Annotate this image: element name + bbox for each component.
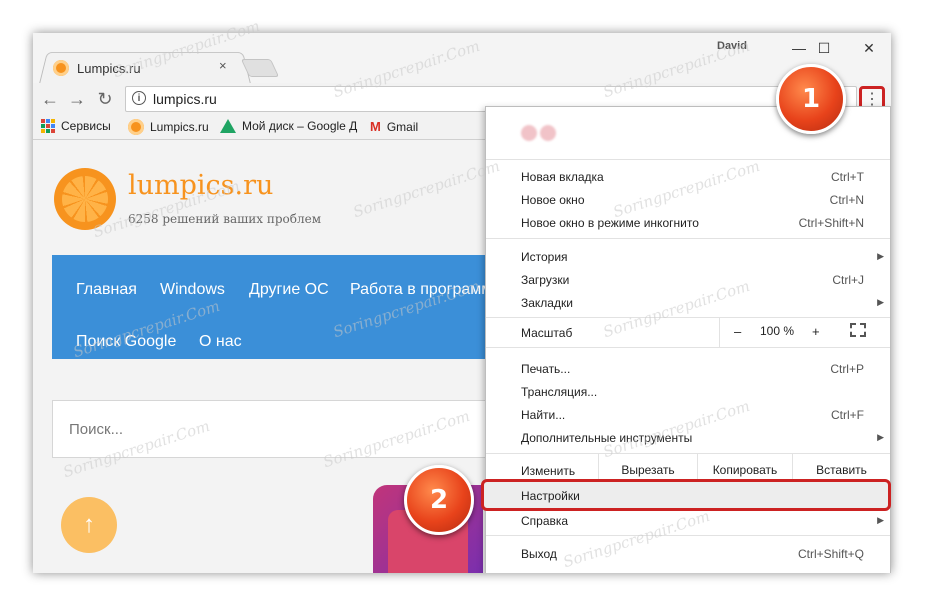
menu-shortcut: Ctrl+Shift+N <box>798 216 864 230</box>
bookmark-label: Мой диск – Google Д <box>242 119 358 133</box>
menu-item-help[interactable]: Справка ▶ <box>486 510 890 532</box>
nav-link-other-os[interactable]: Другие ОС <box>249 281 329 299</box>
apps-grid-icon <box>41 119 55 133</box>
menu-separator <box>486 535 890 536</box>
info-icon[interactable]: i <box>132 91 146 105</box>
gmail-icon: M <box>370 119 381 134</box>
nav-link-windows[interactable]: Windows <box>160 281 225 299</box>
menu-item-settings[interactable]: Настройки <box>481 479 891 511</box>
bookmark-label: Lumpics.ru <box>150 120 209 134</box>
menu-item-new-tab[interactable]: Новая вкладка Ctrl+T <box>486 166 890 188</box>
forward-arrow-icon[interactable]: → <box>65 87 89 111</box>
fullscreen-icon[interactable] <box>850 323 866 337</box>
menu-label: Новое окно <box>521 193 585 207</box>
menu-label: Изменить <box>521 464 576 478</box>
menu-item-history[interactable]: История ▶ <box>486 246 890 268</box>
zoom-controls: – 100 % + <box>719 317 891 347</box>
menu-separator <box>486 238 890 239</box>
nav-link-google-search[interactable]: Поиск Google <box>76 333 176 351</box>
menu-shortcut: Ctrl+J <box>832 273 864 287</box>
maximize-icon[interactable]: ☐ <box>804 37 844 59</box>
menu-item-new-window[interactable]: Новое окно Ctrl+N <box>486 189 890 211</box>
menu-item-print[interactable]: Печать... Ctrl+P <box>486 358 890 380</box>
menu-shortcut: Ctrl+T <box>831 170 864 184</box>
title-bar: Lumpics.ru × David — ☐ ✕ <box>33 33 891 84</box>
url-text[interactable]: lumpics.ru <box>153 91 217 107</box>
nav-link-home[interactable]: Главная <box>76 281 137 299</box>
menu-item-cast[interactable]: Трансляция... <box>486 381 890 403</box>
site-logo-orange-icon[interactable] <box>54 168 116 230</box>
menu-label: Печать... <box>521 362 571 376</box>
tab-close-icon[interactable]: × <box>219 58 227 73</box>
close-window-icon[interactable]: ✕ <box>849 37 889 59</box>
menu-shortcut: Ctrl+P <box>830 362 864 376</box>
menu-item-find[interactable]: Найти... Ctrl+F <box>486 404 890 426</box>
bookmark-lumpics[interactable]: Lumpics.ru <box>128 119 209 135</box>
bookmark-google-drive[interactable]: Мой диск – Google Д <box>220 119 357 133</box>
site-title[interactable]: lumpics.ru <box>128 170 273 201</box>
menu-label: Новая вкладка <box>521 170 604 184</box>
site-tagline: 6258 решений ваших проблем <box>128 212 322 226</box>
site-navigation: Главная Windows Другие ОС Работа в прогр… <box>52 255 492 359</box>
nav-link-about[interactable]: О нас <box>199 333 242 351</box>
menu-label: Трансляция... <box>521 385 598 399</box>
menu-label: Загрузки <box>521 273 570 287</box>
tab-content: Lumpics.ru <box>53 57 141 79</box>
chrome-main-menu: Новая вкладка Ctrl+T Новое окно Ctrl+N Н… <box>481 106 891 573</box>
menu-item-exit[interactable]: Выход Ctrl+Shift+Q <box>486 543 890 565</box>
menu-label: Масштаб <box>521 326 573 340</box>
tab-title: Lumpics.ru <box>77 60 141 76</box>
zoom-level: 100 % <box>760 324 795 338</box>
google-drive-icon <box>220 119 236 133</box>
menu-label: Выход <box>521 547 557 561</box>
menu-label: История <box>521 250 568 264</box>
bookmark-gmail[interactable]: M Gmail <box>370 119 418 134</box>
profile-avatar-blurred[interactable] <box>521 125 556 141</box>
back-arrow-icon[interactable]: ← <box>38 87 62 111</box>
orange-favicon-icon <box>53 60 69 76</box>
callout-badge-1: 1 <box>776 64 846 134</box>
zoom-out-button[interactable]: – <box>734 324 741 339</box>
bookmark-label: Сервисы <box>61 119 111 133</box>
callout-badge-2: 2 <box>404 465 474 535</box>
bookmark-label: Gmail <box>386 119 419 134</box>
menu-shortcut: Ctrl+N <box>829 193 864 207</box>
menu-label: Новое окно в режиме инкогнито <box>521 216 699 230</box>
menu-separator <box>486 159 890 160</box>
menu-item-more-tools[interactable]: Дополнительные инструменты ▶ <box>486 427 890 449</box>
bookmark-apps[interactable]: Сервисы <box>41 119 111 133</box>
menu-separator <box>486 347 890 348</box>
menu-item-incognito[interactable]: Новое окно в режиме инкогнито Ctrl+Shift… <box>486 212 890 234</box>
zoom-in-button[interactable]: + <box>812 324 820 339</box>
menu-label: Найти... <box>521 408 566 422</box>
submenu-arrow-icon: ▶ <box>877 297 884 307</box>
profile-name[interactable]: David <box>717 40 747 52</box>
reload-icon[interactable]: ↻ <box>93 87 117 111</box>
search-placeholder: Поиск... <box>69 421 124 438</box>
menu-label: Настройки <box>521 489 580 503</box>
submenu-arrow-icon: ▶ <box>877 251 884 261</box>
submenu-arrow-icon: ▶ <box>877 515 884 525</box>
menu-item-downloads[interactable]: Загрузки Ctrl+J <box>486 269 890 291</box>
menu-label: Справка <box>521 514 569 528</box>
site-search-input[interactable]: Поиск... <box>52 400 486 458</box>
menu-item-bookmarks[interactable]: Закладки ▶ <box>486 292 890 314</box>
menu-label: Дополнительные инструменты <box>521 431 693 445</box>
scroll-up-arrow-icon[interactable]: ↑ <box>61 497 117 553</box>
nav-link-programs[interactable]: Работа в программ <box>350 281 492 299</box>
submenu-arrow-icon: ▶ <box>877 432 884 442</box>
menu-shortcut: Ctrl+F <box>831 408 864 422</box>
menu-label: Закладки <box>521 296 573 310</box>
orange-favicon-icon <box>128 119 144 135</box>
menu-shortcut: Ctrl+Shift+Q <box>797 547 864 561</box>
menu-item-zoom: Масштаб – 100 % + <box>486 317 890 347</box>
